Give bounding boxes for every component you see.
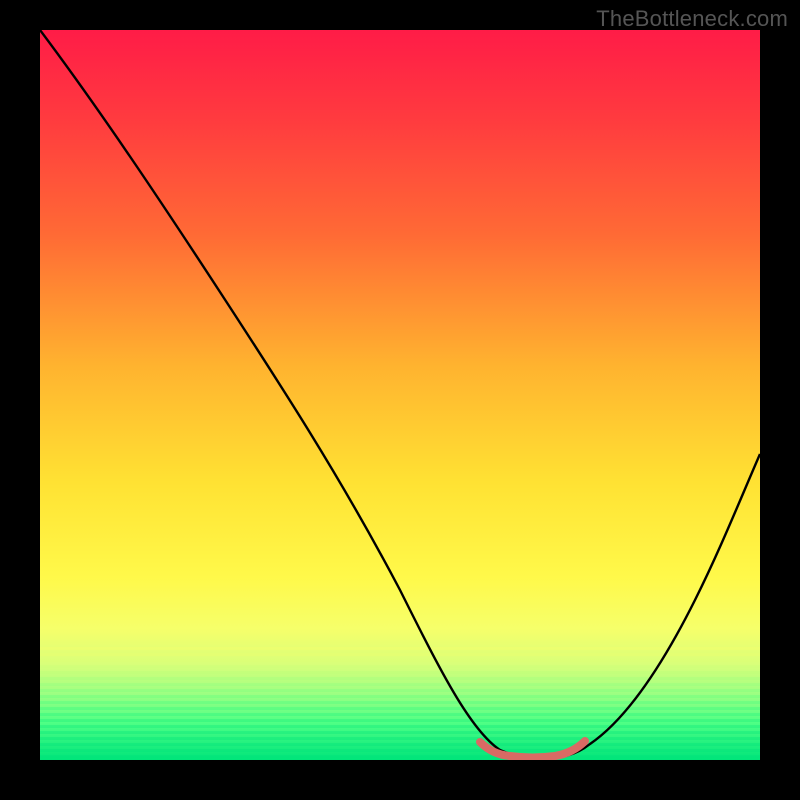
marker-path [480, 741, 585, 758]
watermark-text: TheBottleneck.com [596, 6, 788, 32]
optimal-range-marker [40, 30, 760, 760]
chart-frame: TheBottleneck.com [0, 0, 800, 800]
plot-area [40, 30, 760, 760]
